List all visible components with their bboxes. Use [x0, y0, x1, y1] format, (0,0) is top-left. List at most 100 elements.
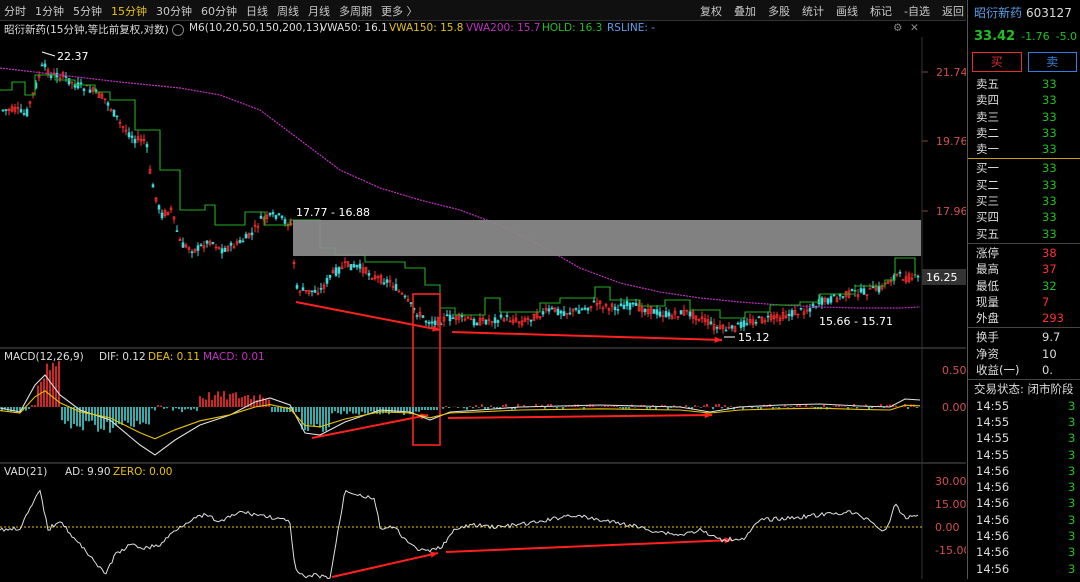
period-tab-4[interactable]: 30分钟 — [156, 3, 192, 19]
trade-buttons: 买 卖 — [968, 48, 1080, 76]
action-button-5[interactable]: 标记 — [870, 3, 892, 19]
divergence-arrow — [331, 552, 439, 578]
period-toolbar: 分时 1分钟 5分钟 15分钟 30分钟 60分钟 日线 周线 月线 多周期 更多 〉 复权 叠加 多股… — [0, 0, 966, 21]
period-tab-10[interactable]: 更多 〉 — [381, 3, 418, 19]
divider — [968, 379, 1080, 381]
close-icon[interactable]: ✕ — [910, 22, 919, 34]
tick-row: 14:56 3 — [968, 479, 1080, 495]
tick-row: 14:55 3 — [968, 430, 1080, 446]
stat2-label: 净资 — [976, 346, 999, 361]
candle-body — [580, 308, 584, 311]
ask-value: 33 — [1042, 142, 1057, 157]
candle-body — [757, 316, 761, 319]
action-button-0[interactable]: 复权 — [700, 3, 722, 19]
candle-body — [190, 251, 194, 254]
price-axis-label: 19.76 — [936, 135, 966, 148]
bid-levels: 买一 33 买二 33 买三 33 买四 33 买五 33 — [968, 160, 1080, 241]
action-button-3[interactable]: 统计 — [802, 3, 824, 19]
period-tab-5[interactable]: 60分钟 — [201, 3, 237, 19]
candle-body — [130, 135, 134, 138]
bid-label: 买三 — [976, 194, 999, 209]
settings-icon[interactable] — [172, 24, 184, 36]
candle-body — [574, 308, 578, 310]
candle-body — [529, 319, 533, 322]
candle-body — [850, 289, 854, 291]
period-tab-3[interactable]: 15分钟 — [111, 3, 147, 19]
bid-value: 33 — [1042, 177, 1057, 192]
candle-body — [496, 320, 500, 323]
candle-body — [541, 311, 545, 315]
candle-body — [106, 102, 110, 106]
period-tab-8[interactable]: 月线 — [308, 3, 330, 19]
period-tab-0[interactable]: 分时 — [4, 3, 26, 19]
action-button-4[interactable]: 画线 — [836, 3, 858, 19]
ask-label: 卖一 — [976, 142, 999, 157]
tick-value: 3 — [1068, 398, 1076, 413]
stat2-value: 9.7 — [1042, 330, 1061, 345]
period-tab-9[interactable]: 多周期 — [339, 3, 372, 19]
action-button-7[interactable]: 返回 — [942, 3, 964, 19]
stock-header: 昭衍新药 603127 — [968, 0, 1080, 26]
rsline-label: RSLINE: - — [607, 22, 656, 34]
dea-line — [0, 390, 921, 440]
tick-row: 14:56 3 — [968, 528, 1080, 544]
candle-body — [157, 205, 161, 210]
candle-body — [211, 242, 215, 244]
candle-body — [451, 317, 455, 320]
price-change: -1.76 — [1021, 30, 1050, 43]
high-pointer — [41, 51, 56, 57]
candle-body — [313, 289, 317, 293]
candle-body — [382, 282, 386, 285]
chart-area[interactable]: 21.74 19.76 17.96 16.25 22.37 17.77 - 16.88 15… — [0, 37, 970, 580]
stat-value: 37 — [1042, 262, 1057, 277]
candle-body — [421, 315, 425, 318]
vad-axis-label: 0.00 — [935, 521, 960, 534]
ask-label: 卖五 — [976, 77, 999, 91]
candle-body — [475, 322, 479, 326]
action-button-6[interactable]: -自选 — [904, 3, 930, 19]
candle-body — [67, 78, 71, 85]
hold-line — [0, 74, 916, 319]
period-tab-7[interactable]: 周线 — [277, 3, 299, 19]
vwa150-label: VWA150: 15.8 — [389, 22, 464, 34]
candle-body — [829, 296, 833, 303]
candle-body — [877, 285, 881, 293]
buy-button[interactable]: 买 — [972, 52, 1022, 72]
candle-body — [868, 287, 872, 290]
candle-body — [328, 274, 332, 278]
candle-body — [871, 286, 875, 289]
macd-axis-label: 0.00 — [942, 401, 966, 414]
stat-row: 外盘 293 — [968, 310, 1080, 326]
stat2-label: 收益(一) — [976, 363, 1020, 378]
divergence-arrow — [445, 539, 733, 553]
period-tab-1[interactable]: 1分钟 — [35, 3, 64, 19]
tick-value: 3 — [1068, 447, 1076, 462]
candle-body — [259, 215, 263, 219]
tick-row: 14:56 3 — [968, 463, 1080, 479]
candle-body — [622, 304, 626, 310]
candle-body — [358, 263, 362, 269]
ask-row: 卖三 33 — [968, 109, 1080, 125]
period-tab-6[interactable]: 日线 — [246, 3, 268, 19]
candle-body — [223, 247, 227, 252]
stat-value: 293 — [1042, 311, 1064, 326]
action-button-2[interactable]: 多股 — [768, 3, 790, 19]
action-button-1[interactable]: 叠加 — [734, 3, 756, 19]
gear-icon[interactable]: ⚙ — [893, 22, 902, 34]
period-tabs: 分时 1分钟 5分钟 15分钟 30分钟 60分钟 日线 周线 月线 多周期 更多 〉 — [4, 3, 427, 19]
ask-label: 卖四 — [976, 93, 999, 108]
tick-row: 14:55 3 — [968, 414, 1080, 430]
candle-body — [403, 295, 407, 298]
vwa200-line — [0, 67, 921, 309]
stat-row: 最高 37 — [968, 261, 1080, 277]
candle-body — [898, 272, 902, 274]
candle-body — [145, 144, 149, 148]
tick-row: 14:56 3 — [968, 495, 1080, 511]
kline-chart[interactable]: 21.74 19.76 17.96 16.25 22.37 17.77 - 16.88 15… — [0, 37, 970, 580]
period-tab-2[interactable]: 5分钟 — [73, 3, 102, 19]
divergence-arrow-head — [714, 336, 722, 343]
candle-body — [244, 234, 248, 239]
tick-time: 14:56 — [976, 480, 1010, 495]
sell-button[interactable]: 卖 — [1027, 52, 1077, 72]
high-label: 22.37 — [57, 50, 89, 63]
